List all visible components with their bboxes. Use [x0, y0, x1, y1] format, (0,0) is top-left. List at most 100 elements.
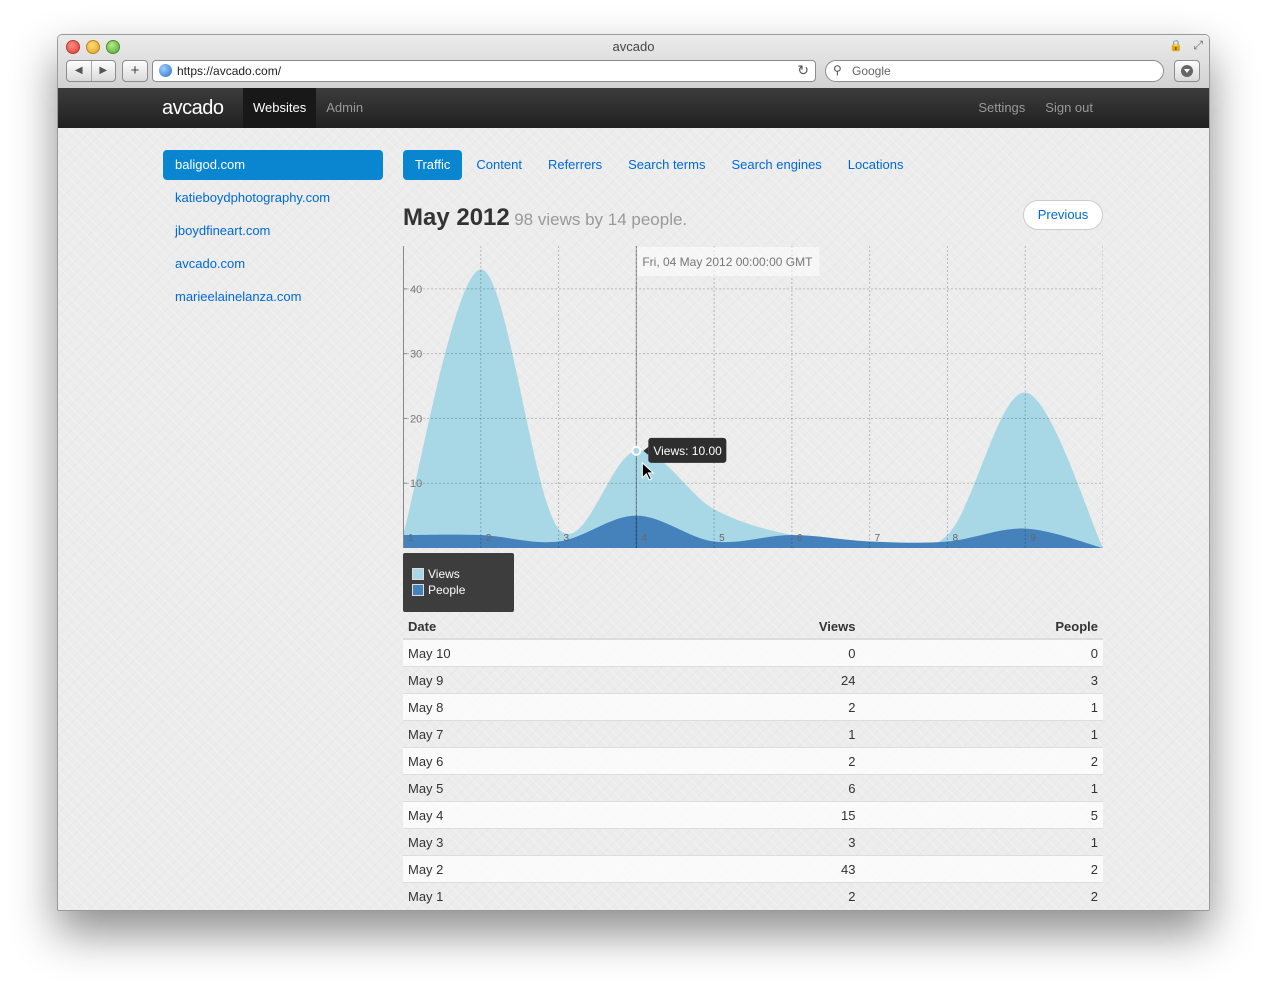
date-cell: May 7 — [403, 720, 646, 748]
nav-admin[interactable]: Admin — [316, 88, 373, 128]
tooltip-text: Views: 10.00 — [653, 444, 722, 458]
views-cell: 1 — [645, 720, 861, 748]
people-cell: 2 — [860, 855, 1103, 883]
tab-referrers[interactable]: Referrers — [536, 150, 614, 180]
x-tick-label: 6 — [797, 533, 803, 544]
chart-legend: Views People — [403, 553, 514, 612]
date-cell: May 9 — [403, 666, 646, 694]
x-tick-label: 9 — [1030, 533, 1036, 544]
history-buttons: ◀ ▶ — [66, 60, 116, 82]
hover-date-label: Fri, 04 May 2012 00:00:00 GMT — [642, 255, 813, 269]
main-nav: Websites Admin — [243, 88, 373, 128]
date-cell: May 3 — [403, 828, 646, 856]
previous-button[interactable]: Previous — [1023, 200, 1103, 230]
views-cell: 24 — [645, 666, 861, 694]
forward-button[interactable]: ▶ — [92, 61, 116, 81]
table-row: May 331 — [403, 828, 1103, 856]
lock-icon: 🔒 — [1169, 40, 1183, 52]
tab-content[interactable]: Content — [464, 150, 534, 180]
browser-toolbar: avcado 🔒 ⤢ ◀ ▶ + https://avcado.com/ ↻ ⚲… — [58, 35, 1209, 89]
traffic-chart[interactable]: 10 20 30 40 1 2 3 4 5 6 7 8 9 Fri, 04 May 2012 00:00:… — [403, 246, 1103, 548]
address-bar[interactable]: https://avcado.com/ ↻ — [152, 60, 816, 82]
traffic-table: Date Views People May 10 0 0 May 9 24 3 May 82… — [403, 614, 1103, 909]
legend-item-people: People — [412, 583, 465, 597]
downloads-button[interactable] — [1174, 60, 1200, 82]
site-item[interactable]: marieelainelanza.com — [163, 282, 383, 312]
browser-window: avcado 🔒 ⤢ ◀ ▶ + https://avcado.com/ ↻ ⚲… — [57, 34, 1210, 911]
table-row: May 561 — [403, 774, 1103, 802]
app-topbar: avcado Websites Admin Settings Sign out — [58, 88, 1209, 128]
tab-locations[interactable]: Locations — [836, 150, 916, 180]
table-row: May 622 — [403, 747, 1103, 775]
column-header-date[interactable]: Date — [403, 614, 646, 640]
tab-search-engines[interactable]: Search engines — [719, 150, 833, 180]
views-cell: 3 — [645, 828, 861, 856]
date-cell: May 8 — [403, 693, 646, 721]
date-cell: May 5 — [403, 774, 646, 802]
table-header-row: Date Views People — [403, 614, 1103, 640]
nav-settings[interactable]: Settings — [968, 88, 1035, 128]
page-summary: 98 views by 14 people. — [514, 210, 688, 229]
people-cell: 1 — [860, 693, 1103, 721]
views-cell: 43 — [645, 855, 861, 883]
series-area-views — [403, 269, 1103, 548]
people-cell: 1 — [860, 720, 1103, 748]
table-row: May 2 43 2 — [403, 855, 1103, 883]
x-tick-label: 2 — [486, 533, 492, 544]
legend-label-views: Views — [428, 567, 460, 581]
column-header-views[interactable]: Views — [645, 614, 861, 640]
site-list: baligod.com katieboydphotography.com jbo… — [163, 150, 383, 315]
hover-point[interactable] — [631, 445, 642, 456]
x-tick-label: 3 — [564, 533, 570, 544]
views-cell: 0 — [645, 638, 861, 667]
date-cell: May 4 — [403, 801, 646, 829]
x-tick-label: 5 — [719, 533, 725, 544]
search-input[interactable]: ⚲ Google — [825, 60, 1164, 82]
globe-icon — [159, 64, 172, 77]
people-cell: 3 — [860, 666, 1103, 694]
legend-label-people: People — [428, 583, 466, 597]
add-bookmark-button[interactable]: + — [122, 60, 148, 82]
people-cell: 0 — [860, 638, 1103, 667]
views-cell: 2 — [645, 747, 861, 775]
nav-websites[interactable]: Websites — [243, 88, 317, 128]
column-header-people[interactable]: People — [860, 614, 1103, 640]
legend-item-views: Views — [412, 567, 460, 581]
site-item[interactable]: avcado.com — [163, 249, 383, 279]
window-title: avcado — [612, 39, 655, 54]
date-cell: May 6 — [403, 747, 646, 775]
table-row: May 711 — [403, 720, 1103, 748]
x-tick-label: 7 — [875, 533, 881, 544]
nav-sign-out[interactable]: Sign out — [1035, 88, 1103, 128]
site-item[interactable]: katieboydphotography.com — [163, 183, 383, 213]
y-tick-label: 40 — [410, 284, 422, 296]
date-cell: May 10 — [403, 638, 646, 667]
site-item[interactable]: jboydfineart.com — [163, 216, 383, 246]
table-row: May 122 — [403, 882, 1103, 909]
back-button[interactable]: ◀ — [67, 61, 92, 81]
views-cell: 2 — [645, 693, 861, 721]
reload-icon[interactable]: ↻ — [797, 62, 809, 79]
report-tabs: Traffic Content Referrers Search terms S… — [403, 150, 917, 180]
x-tick-label: 8 — [952, 533, 958, 544]
page-heading: May 2012 98 views by 14 people. — [403, 204, 687, 232]
url-text[interactable]: https://avcado.com/ — [177, 64, 281, 78]
download-icon — [1181, 65, 1193, 77]
people-cell: 1 — [860, 828, 1103, 856]
tab-traffic[interactable]: Traffic — [403, 150, 463, 180]
people-cell: 5 — [860, 801, 1103, 829]
brand-logo[interactable]: avcado — [162, 97, 224, 120]
legend-swatch-views — [412, 568, 424, 580]
main-content: baligod.com katieboydphotography.com jbo… — [58, 128, 1209, 910]
y-tick-label: 10 — [410, 478, 422, 490]
table-row: May 10 0 0 — [403, 638, 1103, 667]
tab-search-terms[interactable]: Search terms — [616, 150, 717, 180]
search-icon: ⚲ — [833, 63, 842, 77]
fullscreen-icon[interactable]: ⤢ — [1193, 38, 1203, 53]
x-tick-label: 4 — [641, 533, 647, 544]
views-cell: 15 — [645, 801, 861, 829]
site-item[interactable]: baligod.com — [163, 150, 383, 180]
views-cell: 2 — [645, 882, 861, 909]
x-tick-label: 1 — [408, 533, 414, 544]
date-cell: May 2 — [403, 855, 646, 883]
